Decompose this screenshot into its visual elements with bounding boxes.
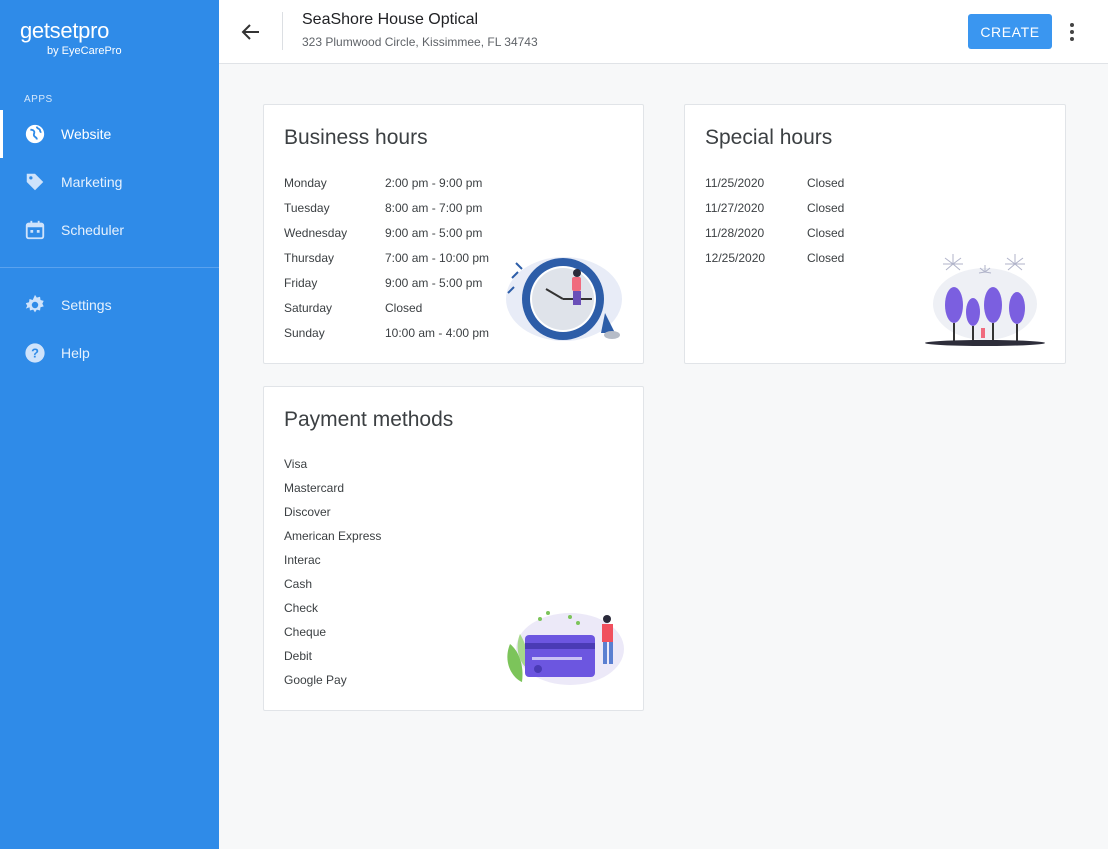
status-value: Closed bbox=[807, 226, 845, 240]
sidebar-item-help[interactable]: ? Help bbox=[0, 329, 219, 377]
hours-value: 9:00 am - 5:00 pm bbox=[385, 276, 483, 290]
sidebar-item-label: Settings bbox=[61, 297, 112, 313]
special-hours-card[interactable]: Special hours 11/25/2020 Closed 11/27/202… bbox=[684, 104, 1066, 364]
status-value: Closed bbox=[807, 251, 845, 265]
header-divider bbox=[282, 12, 283, 50]
day-label: Friday bbox=[284, 276, 318, 290]
hours-value: 7:00 am - 10:00 pm bbox=[385, 251, 490, 265]
card-title: Special hours bbox=[705, 126, 833, 149]
help-icon: ? bbox=[24, 342, 46, 364]
sidebar-item-marketing[interactable]: Marketing bbox=[0, 158, 219, 206]
hours-row: Tuesday 8:00 am - 7:00 pm bbox=[284, 201, 482, 215]
globe-icon bbox=[24, 123, 46, 145]
sidebar-divider bbox=[0, 267, 219, 268]
hours-row: Sunday 10:00 am - 4:00 pm bbox=[284, 326, 489, 340]
apps-section-label: APPS bbox=[24, 94, 53, 105]
day-label: Sunday bbox=[284, 326, 325, 340]
day-label: Thursday bbox=[284, 251, 335, 265]
day-label: Wednesday bbox=[284, 226, 348, 240]
hours-value: Closed bbox=[385, 301, 423, 315]
sidebar: getsetpro by EyeCarePro APPS Website Mar… bbox=[0, 0, 219, 849]
clock-illustration bbox=[506, 257, 622, 341]
status-value: Closed bbox=[807, 176, 845, 190]
brand-name: getsetpro bbox=[20, 18, 110, 43]
payment-methods-card[interactable]: Payment methods Visa Mastercard Discover… bbox=[263, 386, 644, 711]
payment-method-item: Interac bbox=[284, 553, 321, 567]
back-arrow-icon[interactable] bbox=[239, 20, 263, 44]
payment-method-item: American Express bbox=[284, 529, 382, 543]
date-label: 12/25/2020 bbox=[705, 251, 766, 265]
business-hours-card[interactable]: Business hours Monday 2:00 pm - 9:00 pm T… bbox=[263, 104, 644, 364]
payment-method-item: Google Pay bbox=[284, 673, 347, 687]
tag-icon bbox=[24, 171, 46, 193]
brand-logo[interactable]: getsetpro by EyeCarePro bbox=[20, 18, 150, 62]
hours-value: 9:00 am - 5:00 pm bbox=[385, 226, 483, 240]
payment-method-item: Cheque bbox=[284, 625, 327, 639]
date-label: 11/27/2020 bbox=[705, 201, 765, 215]
payment-method-item: Visa bbox=[284, 457, 308, 471]
sidebar-item-label: Scheduler bbox=[61, 222, 125, 238]
day-label: Monday bbox=[284, 176, 327, 190]
hours-value: 10:00 am - 4:00 pm bbox=[385, 326, 490, 340]
sidebar-item-label: Website bbox=[61, 126, 112, 142]
date-label: 11/25/2020 bbox=[705, 176, 765, 190]
card-title: Payment methods bbox=[284, 408, 454, 431]
brand-tagline: by EyeCarePro bbox=[47, 45, 122, 57]
create-button[interactable]: CREATE bbox=[968, 14, 1052, 49]
day-label: Tuesday bbox=[284, 201, 330, 215]
gear-icon bbox=[24, 294, 46, 316]
page-title: SeaShore House Optical bbox=[302, 11, 479, 28]
hours-row: Saturday Closed bbox=[284, 301, 422, 315]
special-hours-row: 11/27/2020 Closed bbox=[705, 201, 844, 215]
fireworks-trees-illustration bbox=[925, 254, 1045, 346]
sidebar-item-website[interactable]: Website bbox=[0, 110, 219, 158]
top-header: SeaShore House Optical 323 Plumwood Circ… bbox=[219, 0, 1108, 64]
card-title: Business hours bbox=[284, 126, 428, 149]
hours-row: Friday 9:00 am - 5:00 pm bbox=[284, 276, 482, 290]
more-vert-icon[interactable] bbox=[1062, 20, 1082, 44]
payment-method-item: Mastercard bbox=[284, 481, 345, 495]
credit-card-illustration bbox=[507, 611, 624, 685]
sidebar-item-settings[interactable]: Settings bbox=[0, 281, 219, 329]
payment-method-item: Check bbox=[284, 601, 319, 615]
sidebar-item-label: Marketing bbox=[61, 174, 123, 190]
hours-row: Thursday 7:00 am - 10:00 pm bbox=[284, 251, 489, 265]
sidebar-item-label: Help bbox=[61, 345, 90, 361]
payment-method-item: Debit bbox=[284, 649, 313, 663]
hours-row: Monday 2:00 pm - 9:00 pm bbox=[284, 176, 482, 190]
special-hours-row: 12/25/2020 Closed bbox=[705, 251, 844, 265]
day-label: Saturday bbox=[284, 301, 333, 315]
special-hours-row: 11/25/2020 Closed bbox=[705, 176, 844, 190]
hours-row: Wednesday 9:00 am - 5:00 pm bbox=[284, 226, 482, 240]
hours-value: 8:00 am - 7:00 pm bbox=[385, 201, 483, 215]
status-value: Closed bbox=[807, 201, 845, 215]
date-label: 11/28/2020 bbox=[705, 226, 765, 240]
svg-text:?: ? bbox=[31, 346, 39, 361]
calendar-icon bbox=[24, 219, 46, 241]
payment-method-item: Discover bbox=[284, 505, 331, 519]
special-hours-row: 11/28/2020 Closed bbox=[705, 226, 844, 240]
page-address: 323 Plumwood Circle, Kissimmee, FL 34743 bbox=[302, 35, 538, 49]
hours-value: 2:00 pm - 9:00 pm bbox=[385, 176, 483, 190]
sidebar-item-scheduler[interactable]: Scheduler bbox=[0, 206, 219, 254]
payment-method-item: Cash bbox=[284, 577, 313, 591]
